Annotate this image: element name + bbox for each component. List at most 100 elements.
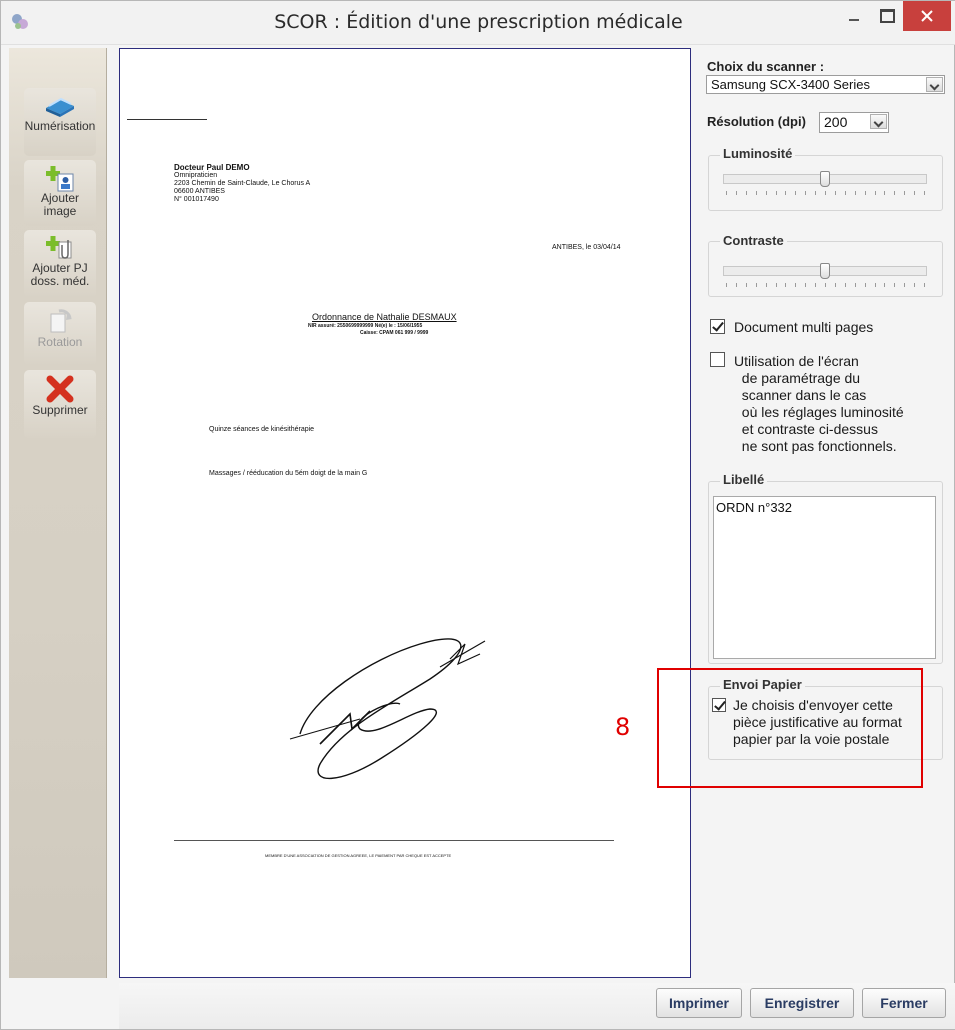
left-toolbar: Numérisation Ajouter image Ajouter PJ doss… — [9, 48, 107, 978]
slider-tick — [854, 191, 856, 195]
slider-tick — [755, 191, 757, 195]
slider-tick — [775, 191, 777, 195]
scanner-select[interactable]: Samsung SCX-3400 Series — [706, 75, 945, 94]
imprimer-button[interactable]: Imprimer — [656, 988, 742, 1018]
slider-tick — [834, 191, 836, 195]
resolution-value: 200 — [824, 114, 848, 130]
slider-tick — [775, 283, 777, 287]
doctor-city: 06600 ANTIBES — [174, 188, 225, 195]
chevron-down-icon — [926, 77, 943, 92]
enregistrer-button[interactable]: Enregistrer — [750, 988, 854, 1018]
scan-button[interactable]: Numérisation — [24, 88, 96, 156]
annotation-number: 8 — [615, 713, 631, 741]
slider-tick — [844, 283, 846, 287]
slider-tick — [726, 283, 727, 287]
slider-tick — [765, 191, 767, 195]
slider-tick — [745, 191, 747, 195]
slider-tick — [735, 191, 737, 195]
add-image-icon — [46, 166, 74, 192]
rotation-button[interactable]: Rotation — [24, 302, 96, 366]
doc-footer: MEMBRE D'UNE ASSOCIATION DE GESTION AGRE… — [265, 853, 452, 858]
contraste-ticks — [726, 283, 925, 287]
document-preview[interactable]: Docteur Paul DEMO Omnipraticien 2203 Che… — [119, 48, 691, 978]
slider-tick — [834, 283, 836, 287]
tool-label-supprimer: Supprimer — [32, 403, 88, 417]
add-image-button[interactable]: Ajouter image — [24, 160, 96, 226]
slider-tick — [874, 283, 876, 287]
contraste-slider[interactable] — [820, 263, 830, 279]
minimize-button[interactable] — [839, 1, 869, 31]
rotate-icon — [50, 309, 72, 333]
delete-button[interactable]: Supprimer — [24, 370, 96, 438]
doctor-number: N° 001017490 — [174, 196, 219, 203]
libelle-input[interactable]: ORDN n°332 — [713, 496, 936, 659]
close-button[interactable] — [903, 1, 951, 31]
slider-tick — [785, 283, 787, 287]
slider-tick — [914, 283, 916, 287]
resolution-select[interactable]: 200 — [819, 112, 889, 133]
slider-tick — [844, 191, 846, 195]
slider-tick — [904, 191, 906, 195]
ordonnance-title: Ordonnance de Nathalie DESMAUX — [312, 312, 457, 322]
multipage-checkbox[interactable] — [710, 319, 725, 334]
luminosite-slider[interactable] — [820, 171, 830, 187]
slider-tick — [795, 283, 797, 287]
slider-tick — [795, 191, 797, 195]
ecran-parametrage-checkbox[interactable] — [710, 352, 725, 367]
dialog-window: SCOR : Édition d'une prescription médica… — [0, 0, 955, 1030]
tool-label-numerisation: Numérisation — [24, 119, 96, 133]
maximize-button[interactable] — [871, 1, 901, 31]
slider-tick — [815, 191, 817, 195]
scanner-value: Samsung SCX-3400 Series — [711, 77, 870, 92]
delete-icon — [46, 375, 74, 403]
slider-tick — [874, 191, 876, 195]
prescription-line-1: Quinze séances de kinésithérapie — [209, 426, 315, 433]
prescription-line-2: Massages / rééducation du 5ém doigt de l… — [209, 470, 368, 477]
tool-label-ajouter-pj: Ajouter PJ doss. méd. — [30, 261, 90, 288]
nir-line: NIR assuré: 2550699999999 Né(e) le : 15/… — [308, 323, 423, 329]
slider-tick — [854, 283, 856, 287]
scanner-icon — [46, 97, 74, 117]
caisse-line: Caisse: CPAM 061 999 / 9999 — [360, 330, 429, 336]
slider-tick — [765, 283, 767, 287]
slider-tick — [894, 191, 896, 195]
slider-tick — [864, 191, 866, 195]
slider-tick — [924, 283, 925, 287]
doctor-address: 2203 Chemin de Saint-Claude, Le Chorus A — [174, 180, 311, 187]
title-bar[interactable]: SCOR : Édition d'une prescription médica… — [1, 1, 955, 45]
slider-tick — [805, 283, 807, 287]
slider-tick — [825, 191, 826, 195]
slider-tick — [745, 283, 747, 287]
slider-tick — [894, 283, 896, 287]
luminosite-label: Luminosité — [720, 146, 796, 161]
footer-rule — [174, 840, 614, 841]
doctor-title: Omnipraticien — [174, 172, 218, 179]
slider-tick — [805, 191, 807, 195]
doctor-name: Docteur Paul DEMO — [174, 163, 250, 172]
slider-tick — [924, 191, 925, 195]
signature — [289, 638, 486, 780]
slider-tick — [815, 283, 817, 287]
slider-tick — [825, 283, 826, 287]
slider-tick — [735, 283, 737, 287]
highlight-box — [657, 668, 923, 788]
slider-tick — [726, 191, 727, 195]
tool-label-rotation: Rotation — [37, 335, 83, 349]
multipage-label: Document multi pages — [734, 319, 874, 335]
tool-label-ajouter-image: Ajouter image — [40, 191, 80, 218]
slider-tick — [755, 283, 757, 287]
fermer-button[interactable]: Fermer — [862, 988, 946, 1018]
slider-tick — [884, 191, 886, 195]
ecran-parametrage-label: Utilisation de l'écran de paramétrage du… — [734, 353, 904, 454]
slider-tick — [914, 191, 916, 195]
resolution-label: Résolution (dpi) — [707, 114, 806, 129]
add-attachment-icon — [46, 236, 72, 259]
close-icon — [921, 10, 933, 22]
slider-tick — [884, 283, 886, 287]
scan-line — [127, 119, 207, 120]
slider-tick — [864, 283, 866, 287]
slider-tick — [904, 283, 906, 287]
chevron-down-icon — [870, 114, 887, 129]
place-date: ANTIBES, le 03/04/14 — [552, 244, 621, 251]
add-attachment-button[interactable]: Ajouter PJ doss. méd. — [24, 230, 96, 298]
